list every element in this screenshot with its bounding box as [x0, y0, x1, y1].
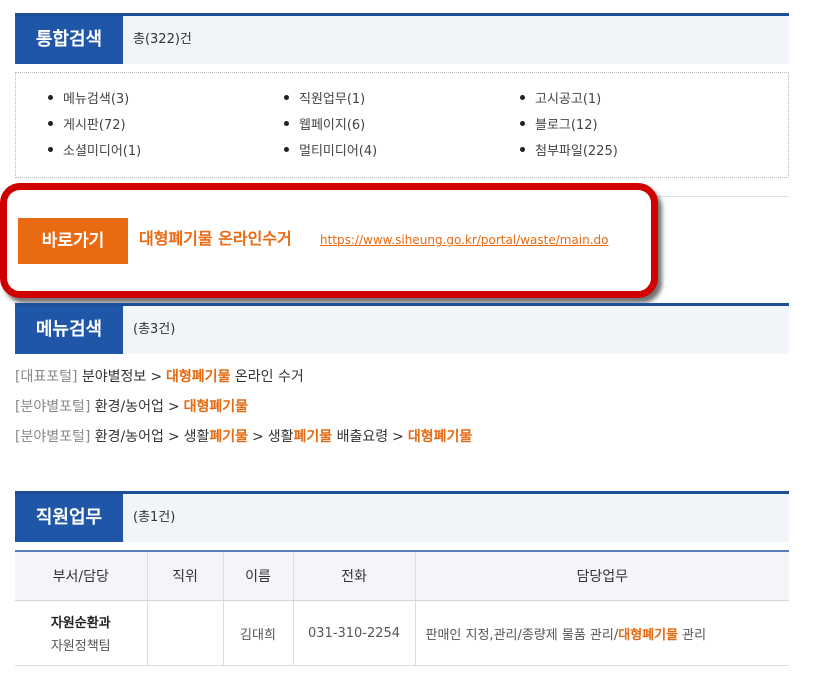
menu-result-item[interactable]: [대표포털] 분야별정보 > 대형폐기물 온라인 수거 [15, 367, 304, 387]
col-header-name: 이름 [222, 550, 293, 601]
bullet-icon [284, 95, 289, 100]
position-cell [146, 600, 223, 666]
table-row: 자원순환과 자원정책팀 김대희 031-310-2254 판매인 지정,관리/종… [15, 600, 789, 666]
name-cell: 김대희 [222, 600, 293, 666]
col-header-position: 직위 [146, 550, 223, 601]
menu-result-item[interactable]: [분야별포털] 환경/농어업 > 생활폐기물 > 생활폐기물 배출요령 > 대형폐기물 [15, 427, 472, 447]
table-header-row: 부서/담당 직위 이름 전화 담당업무 [15, 550, 789, 601]
bullet-icon [48, 147, 53, 152]
staff-tag: 직원업무 [15, 494, 123, 542]
dept-name: 자원순환과 [50, 616, 111, 631]
menu-search-count: (총3건) [133, 322, 176, 337]
category-link[interactable]: 게시판(72) [48, 116, 126, 136]
integrated-search-header: 통합검색 총(322)건 [15, 13, 789, 64]
bullet-icon [520, 95, 525, 100]
shortcut-box: 바로가기 대형폐기물 온라인수거 https://www.siheung.go.… [0, 183, 658, 298]
staff-header: 직원업무 (총1건) [15, 491, 789, 542]
bullet-icon [520, 147, 525, 152]
bullet-icon [284, 121, 289, 126]
shortcut-url-link[interactable]: https://www.siheung.go.kr/portal/waste/m… [320, 230, 609, 250]
category-link[interactable]: 메뉴검색(3) [48, 90, 129, 110]
task-cell: 판매인 지정,관리/종량제 물품 관리/대형폐기물 관리 [414, 600, 789, 666]
category-link[interactable]: 직원업무(1) [284, 90, 365, 110]
category-link[interactable]: 블로그(12) [520, 116, 598, 136]
integrated-search-tag: 통합검색 [15, 16, 123, 64]
bullet-icon [284, 147, 289, 152]
category-link[interactable]: 소셜미디어(1) [48, 142, 141, 162]
menu-search-tag: 메뉴검색 [15, 306, 123, 354]
shortcut-button[interactable]: 바로가기 [18, 218, 128, 264]
staff-count: (총1건) [133, 510, 176, 525]
category-list: 메뉴검색(3) 직원업무(1) 고시공고(1) 게시판(72) 웹페이지(6) … [15, 72, 789, 178]
category-link[interactable]: 웹페이지(6) [284, 116, 365, 136]
phone-cell: 031-310-2254 [292, 600, 415, 666]
bullet-icon [48, 121, 53, 126]
menu-search-header: 메뉴검색 (총3건) [15, 303, 789, 354]
col-header-dept: 부서/담당 [15, 550, 147, 601]
staff-table: 부서/담당 직위 이름 전화 담당업무 자원순환과 자원정책팀 김대희 031-… [15, 550, 789, 666]
col-header-task: 담당업무 [414, 550, 789, 601]
category-link[interactable]: 첨부파일(225) [520, 142, 618, 162]
bullet-icon [48, 95, 53, 100]
menu-result-item[interactable]: [분야별포털] 환경/농어업 > 대형폐기물 [15, 397, 248, 417]
col-header-phone: 전화 [292, 550, 415, 601]
category-link[interactable]: 멀티미디어(4) [284, 142, 377, 162]
category-link[interactable]: 고시공고(1) [520, 90, 601, 110]
dept-cell: 자원순환과 자원정책팀 [15, 600, 147, 666]
integrated-search-count: 총(322)건 [133, 32, 192, 47]
team-name: 자원정책팀 [50, 639, 111, 654]
bullet-icon [520, 121, 525, 126]
shortcut-title[interactable]: 대형폐기물 온라인수거 [139, 228, 292, 250]
